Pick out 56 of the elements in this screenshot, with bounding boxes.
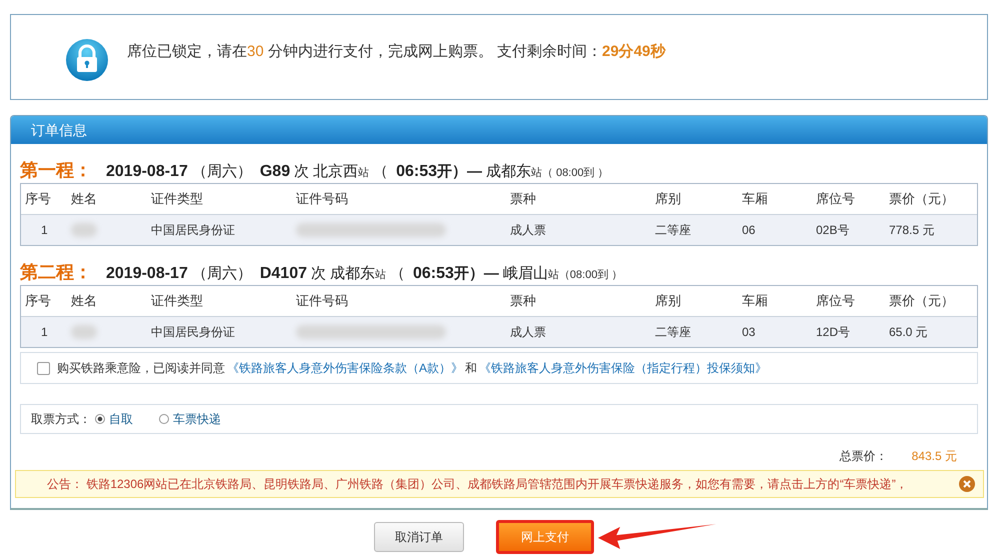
column-header: 席别 bbox=[654, 190, 682, 208]
table-cell-text: 二等座 bbox=[654, 222, 692, 238]
column-header: 车厢 bbox=[741, 190, 769, 208]
table-cell-text: 中国居民身份证 bbox=[150, 324, 236, 340]
lock-message: 席位已锁定，请在30 分钟内进行支付，完成网上购票。 支付剩余时间：29分49秒 bbox=[127, 42, 666, 61]
conjunction-text: 和 bbox=[465, 360, 478, 376]
column-header: 票种 bbox=[509, 190, 537, 208]
pickup-label: 取票方式： bbox=[31, 410, 91, 428]
column-header: 证件号码 bbox=[295, 292, 349, 310]
table-cell-text: 成人票 bbox=[509, 324, 547, 340]
radio-button[interactable] bbox=[95, 414, 105, 424]
table-cell-text: 02B号 bbox=[815, 222, 850, 238]
table-cell-text: 1 bbox=[40, 325, 49, 339]
column-header: 姓名 bbox=[70, 292, 98, 310]
column-header: 票价（元） bbox=[888, 190, 955, 208]
column-header: 序号 bbox=[24, 190, 52, 208]
total-price: 843.5 元 bbox=[912, 448, 957, 464]
table-cell-text: 778.5 元 bbox=[888, 222, 936, 238]
total-label: 总票价： bbox=[840, 448, 888, 464]
column-header: 证件类型 bbox=[150, 292, 204, 310]
table-cell-text: 中国居民身份证 bbox=[150, 222, 236, 238]
close-icon[interactable] bbox=[959, 476, 975, 492]
checkbox[interactable] bbox=[37, 362, 50, 374]
trip-label: 第二程： bbox=[20, 261, 92, 284]
column-header: 车厢 bbox=[741, 292, 769, 310]
blurred-field bbox=[71, 325, 97, 340]
blurred-field bbox=[71, 223, 97, 238]
radio-label[interactable]: 车票快递 bbox=[173, 410, 221, 428]
trip-info: 2019-08-17 （周六） G89 次 北京西站 （ 06:53开）— 成都东站（ 08:00到 ） bbox=[105, 162, 609, 181]
trip-label: 第一程： bbox=[20, 159, 92, 182]
insurance-label: 购买铁路乘意险，已阅读并同意 bbox=[57, 360, 225, 376]
panel-header: 订单信息 bbox=[11, 116, 987, 144]
table-cell-text: 06 bbox=[741, 223, 756, 237]
column-header: 证件号码 bbox=[295, 190, 349, 208]
radio-label[interactable]: 自取 bbox=[109, 410, 133, 428]
column-header: 席别 bbox=[654, 292, 682, 310]
table-cell-text: 65.0 元 bbox=[888, 324, 929, 340]
column-header: 票种 bbox=[509, 292, 537, 310]
column-header: 证件类型 bbox=[150, 190, 204, 208]
table-cell-text: 03 bbox=[741, 325, 756, 339]
trip-info: 2019-08-17 （周六） D4107 次 成都东站 （ 06:53开）— 峨眉山站（08:00到 ） bbox=[105, 264, 623, 283]
announcement-text: 公告： 铁路12306网站已在北京铁路局、昆明铁路局、广州铁路（集团）公司、成都铁路局管辖范围内开展车票快递服务，如您有需要，请点击上方的“车票快递”， bbox=[47, 476, 908, 492]
column-header: 席位号 bbox=[815, 190, 856, 208]
notice-link[interactable]: 《铁路旅客人身意外伤害保险（指定行程）投保须知》 bbox=[479, 360, 768, 376]
lock-icon bbox=[65, 38, 109, 82]
table-cell-text: 1 bbox=[40, 223, 49, 237]
radio-button[interactable] bbox=[159, 414, 169, 424]
cancel-button[interactable]: 取消订单 bbox=[374, 522, 464, 552]
column-header: 姓名 bbox=[70, 190, 98, 208]
column-header: 序号 bbox=[24, 292, 52, 310]
table-cell-text: 12D号 bbox=[815, 324, 852, 340]
table-cell-text: 成人票 bbox=[509, 222, 547, 238]
table-cell-text: 二等座 bbox=[654, 324, 692, 340]
column-header: 票价（元） bbox=[888, 292, 955, 310]
column-header: 席位号 bbox=[815, 292, 856, 310]
terms-link[interactable]: 《铁路旅客人身意外伤害保险条款（A款）》 bbox=[227, 360, 464, 376]
